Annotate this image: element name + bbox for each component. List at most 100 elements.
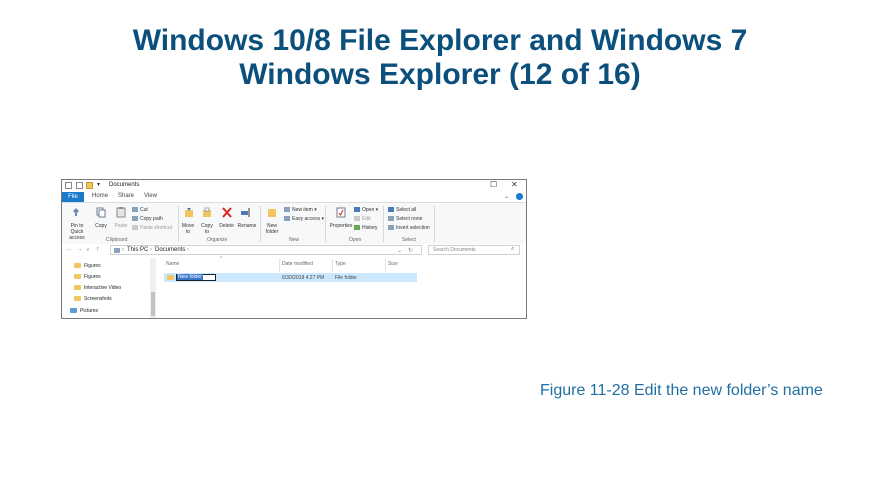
easy-access-icon [284,216,290,222]
row-date: 6/30/2018 4:27 PM [282,275,325,281]
up-arrow-icon[interactable]: ↑ [96,246,100,253]
ribbon-separator [260,206,261,242]
rename-icon [241,208,250,217]
select-all-button[interactable]: Select all [388,207,416,213]
sort-ascending-icon: ^ [220,256,223,262]
open-label: Open ▾ [362,207,379,213]
open-button[interactable]: Open ▾ [354,207,378,213]
delete-button[interactable]: Delete [218,223,235,229]
properties-quick-icon[interactable] [76,182,83,189]
tab-share[interactable]: Share [118,193,134,199]
back-arrow-icon[interactable]: ← [66,246,73,253]
navigation-pane: Figures Figures Interactive Video Screen… [62,257,158,318]
column-header-type[interactable]: Type [335,261,346,267]
folder-icon [74,274,81,280]
new-item-label: New item ▾ [292,207,317,213]
tab-home[interactable]: Home [92,193,108,199]
copy-path-icon [132,216,138,222]
scrollbar-thumb[interactable] [151,292,155,316]
row-type: File folder [335,275,357,281]
chevron-down-icon[interactable]: ⌄ [397,247,402,254]
navigation-scrollbar[interactable] [150,258,156,318]
rename-button[interactable]: Rename [237,223,257,229]
nav-item[interactable]: Figures [74,263,101,269]
search-icon[interactable]: ⌕ [511,246,514,253]
nav-item[interactable]: Figures [74,274,101,280]
paste-button[interactable]: Paste [113,223,129,229]
invert-selection-icon [388,225,394,231]
copy-button[interactable]: Copy [93,223,109,229]
breadcrumb-separator: › [122,247,124,253]
breadcrumb-this-pc[interactable]: This PC [127,247,148,253]
nav-item[interactable]: Interactive Video [74,285,121,291]
invert-selection-button[interactable]: Invert selection [388,225,430,231]
forward-arrow-icon[interactable]: → [76,246,83,253]
history-button[interactable]: History [354,225,378,231]
search-placeholder: Search Documents [433,247,476,253]
file-list: ^ Name Date modified Type Size New folde… [162,256,526,318]
new-item-icon [284,207,290,213]
title-bar: ▾ Documents ☐ ✕ [62,180,526,192]
close-button[interactable]: ✕ [511,180,518,189]
address-bar[interactable]: › This PC › Documents › ⌄ ↻ [110,245,422,255]
column-separator [385,259,386,272]
copy-path-button[interactable]: Copy path [132,216,163,222]
folder-icon [74,296,81,302]
properties-button[interactable]: Properties [328,223,354,229]
easy-access-button[interactable]: Easy access ▾ [284,216,324,222]
table-row[interactable]: New folder 6/30/2018 4:27 PM File folder [164,273,417,282]
select-none-label: Select none [396,216,423,222]
address-bar-row: ← → ∨ ↑ › This PC › Documents › ⌄ ↻ Sear… [62,244,526,257]
open-icon [354,207,360,213]
nav-item-label: Screenshots [84,296,112,302]
chevron-down-icon[interactable]: ▾ [97,181,100,188]
app-icon [65,182,72,189]
select-none-button[interactable]: Select none [388,216,422,222]
new-folder-quick-icon[interactable] [86,182,93,189]
pin-icon [73,208,79,216]
cut-button[interactable]: Cut [132,207,148,213]
open-group-label: Open [349,237,362,243]
copy-path-label: Copy path [140,216,163,222]
pin-to-quick-access-button[interactable]: Pin to Quick access [64,223,90,241]
maximize-button[interactable]: ☐ [490,180,497,189]
paste-shortcut-icon [132,225,138,231]
breadcrumb-separator: › [187,247,189,253]
new-folder-button[interactable]: New folder [263,223,281,235]
column-header-date[interactable]: Date modified [282,261,313,267]
move-to-button[interactable]: Move to [180,223,196,235]
edit-button[interactable]: Edit [354,216,371,222]
copy-to-button[interactable]: Copy to [199,223,215,235]
tab-view[interactable]: View [144,193,157,199]
search-input[interactable]: Search Documents ⌕ [428,245,520,255]
nav-item[interactable]: Pictures [70,308,98,314]
breadcrumb-documents[interactable]: Documents [155,247,185,253]
scissors-icon [132,207,138,213]
column-header-name[interactable]: Name [166,261,179,267]
paste-shortcut-label: Paste shortcut [140,225,172,231]
nav-item[interactable]: Screenshots [74,296,112,302]
rename-selected-text: New folder [177,274,203,280]
folder-icon [74,285,81,291]
tab-file[interactable]: File [62,192,84,202]
chevron-down-icon[interactable]: ⌄ [504,193,509,200]
breadcrumb-separator: › [150,247,152,253]
refresh-icon[interactable]: ↻ [408,247,413,254]
nav-item-label: Figures [84,274,101,280]
copy-to-icon [203,207,211,217]
ribbon-separator [325,206,326,242]
rename-input[interactable]: New folder [176,274,216,281]
edit-label: Edit [362,216,371,222]
select-all-icon [388,207,394,213]
window-title: Documents [109,182,140,188]
paste-shortcut-button[interactable]: Paste shortcut [132,225,172,231]
select-group-label: Select [402,237,416,243]
ribbon: Pin to Quick access Copy Paste Cut Copy … [62,202,526,246]
chevron-down-icon[interactable]: ∨ [86,247,90,253]
column-separator [332,259,333,272]
column-separator [279,259,280,272]
column-header-size[interactable]: Size [388,261,398,267]
history-icon [354,225,360,231]
new-item-button[interactable]: New item ▾ [284,207,317,213]
help-icon[interactable] [516,193,523,200]
